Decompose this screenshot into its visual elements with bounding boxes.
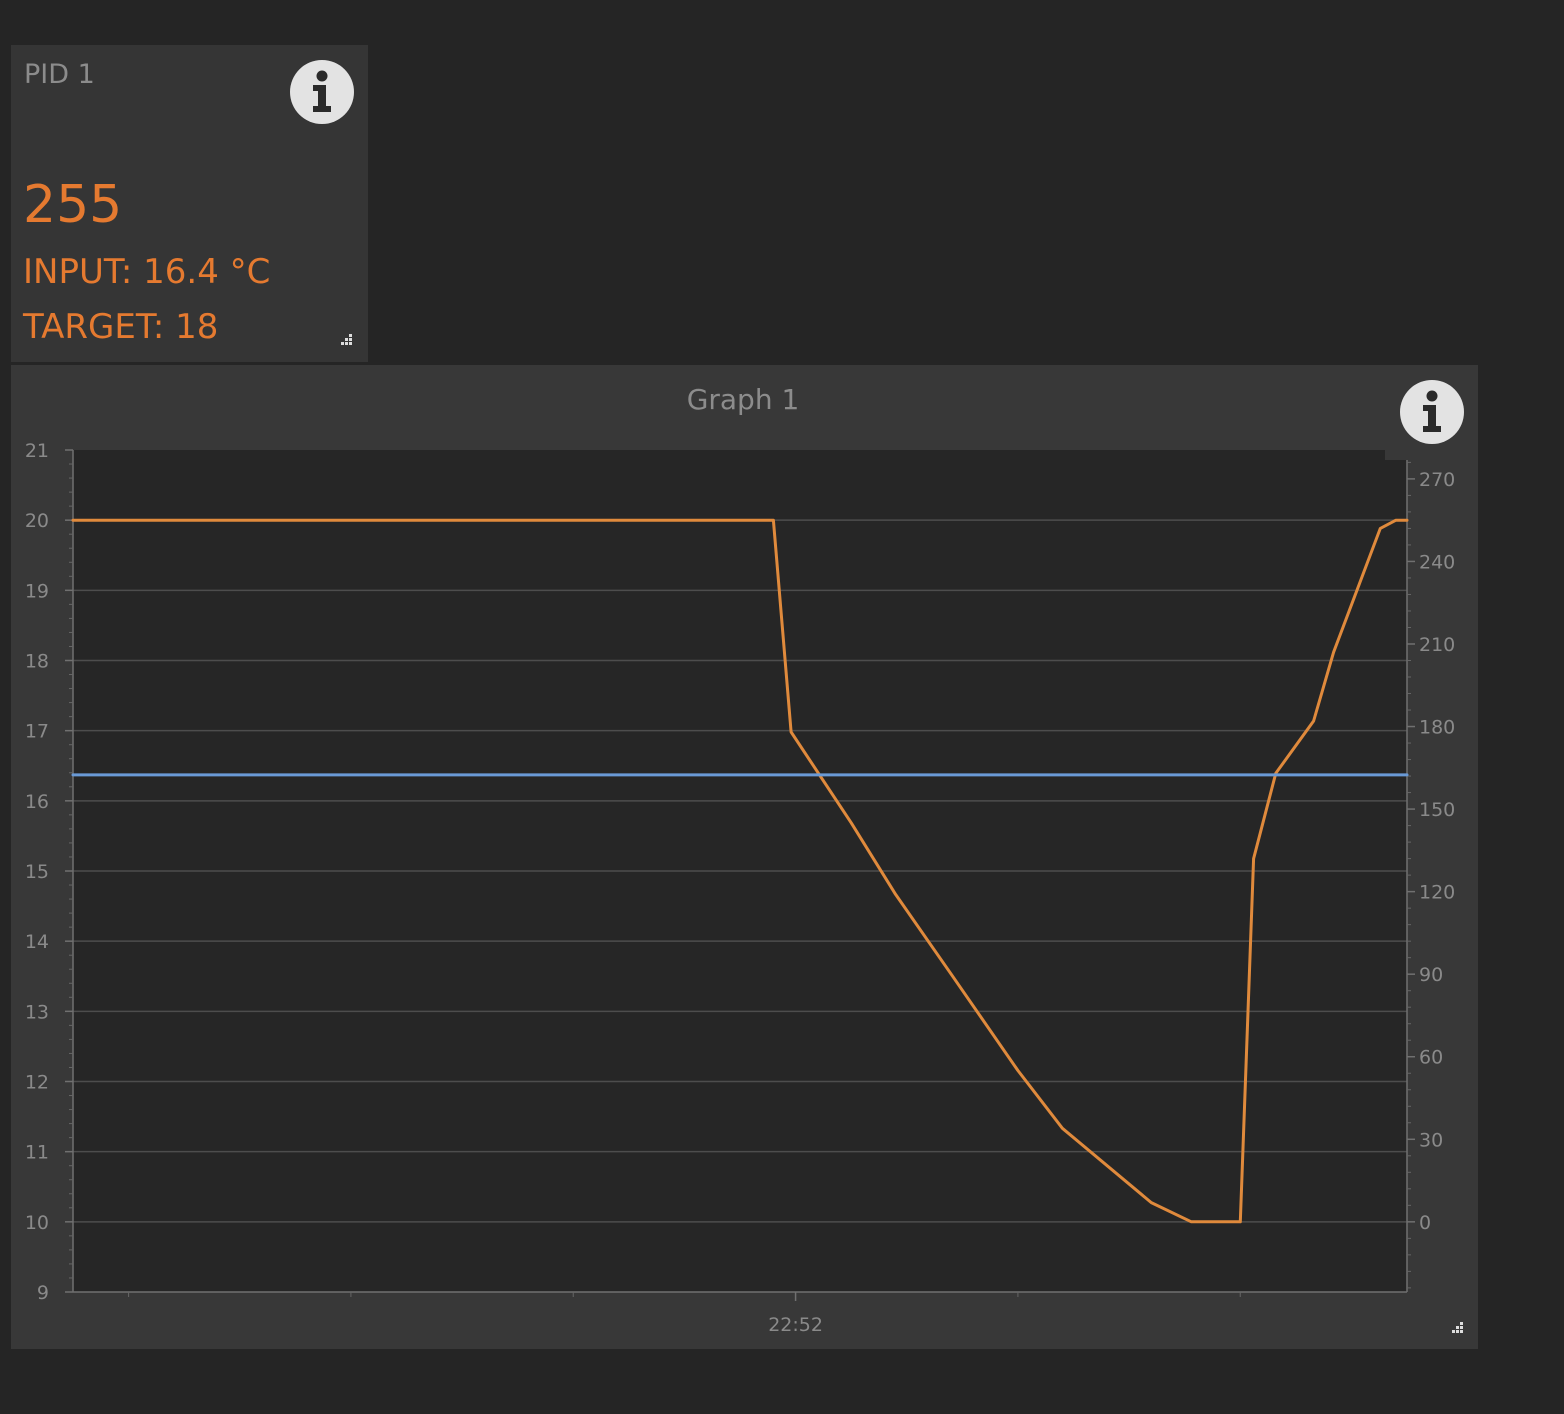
plot-corner xyxy=(1385,450,1407,460)
pid-target-setpoint: TARGET: 18 xyxy=(23,307,219,347)
info-icon[interactable] xyxy=(290,60,354,124)
y-right-tick-label: 0 xyxy=(1419,1212,1431,1234)
y-left-tick-label: 19 xyxy=(25,580,49,602)
y-right-tick-label: 120 xyxy=(1419,882,1455,904)
y-right-tick-label: 90 xyxy=(1419,964,1443,986)
pid-input-reading: INPUT: 16.4 °C xyxy=(23,252,271,292)
pid-output-value: 255 xyxy=(23,175,123,235)
y-right-tick-label: 30 xyxy=(1419,1129,1443,1151)
y-left-tick-label: 11 xyxy=(25,1142,49,1164)
left-y-axis: 9 10 11 12 13 14 15 16 17 18 19 20 21 xyxy=(25,440,74,1304)
pid-title: PID 1 xyxy=(24,59,95,90)
y-right-tick-label: 180 xyxy=(1419,717,1455,739)
y-left-tick-label: 9 xyxy=(37,1282,49,1304)
pid-widget: PID 1 255 INPUT: 16.4 °C TARGET: 18 xyxy=(11,45,368,362)
y-left-tick-label: 12 xyxy=(25,1072,49,1094)
y-right-tick-label: 150 xyxy=(1419,799,1455,821)
info-icon[interactable] xyxy=(1400,380,1464,444)
y-left-tick-label: 20 xyxy=(25,510,49,532)
x-tick-label: 22:52 xyxy=(768,1314,823,1336)
y-left-tick-label: 15 xyxy=(25,861,49,883)
line-chart: 9 10 11 12 13 14 15 16 17 18 19 20 21 0 30 60 90 120 150 1… xyxy=(25,440,1455,1336)
y-left-tick-label: 13 xyxy=(25,1001,49,1023)
right-y-axis: 0 30 60 90 120 150 180 210 240 270 xyxy=(1406,460,1455,1292)
y-right-tick-label: 210 xyxy=(1419,634,1455,656)
y-left-tick-label: 10 xyxy=(25,1212,49,1234)
resize-grip-icon[interactable] xyxy=(337,332,353,348)
y-left-tick-label: 17 xyxy=(25,721,49,743)
y-left-tick-label: 21 xyxy=(25,440,49,462)
resize-grip-icon[interactable] xyxy=(1448,1320,1464,1336)
y-left-tick-label: 14 xyxy=(25,931,49,953)
graph-widget: Graph 1 9 10 11 12 13 14 15 16 17 18 19 20 21 0 30 60 9… xyxy=(11,365,1478,1349)
y-left-tick-label: 16 xyxy=(25,791,49,813)
y-right-tick-label: 240 xyxy=(1419,551,1455,573)
y-right-tick-label: 270 xyxy=(1419,469,1455,491)
x-axis: 22:5222:53 xyxy=(73,1291,1407,1336)
y-left-tick-label: 18 xyxy=(25,651,49,673)
y-right-tick-label: 60 xyxy=(1419,1047,1443,1069)
